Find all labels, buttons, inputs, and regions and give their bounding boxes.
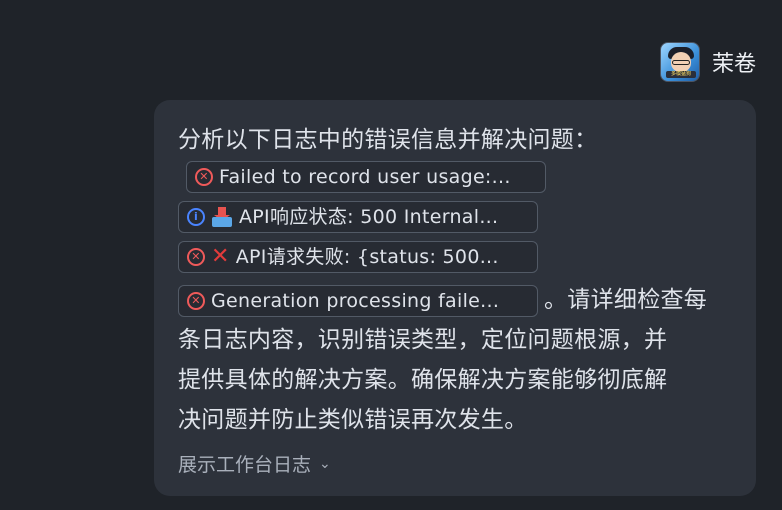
log-chip-text: Generation processing faile...: [211, 289, 500, 312]
log-chip-text: API请求失败: {status: 500...: [235, 245, 499, 268]
message-intro: 分析以下日志中的错误信息并解决问题：: [178, 127, 598, 153]
message-text-line4: 决问题并防止类似错误再次发生。: [178, 407, 528, 433]
red-cross-icon: ✕: [211, 243, 230, 269]
footer-label: 展示工作台日志: [178, 454, 312, 476]
log-chip-2[interactable]: i API响应状态: 500 Internal...: [178, 200, 538, 233]
inbox-tray-icon: [211, 206, 233, 227]
avatar-tag: 多模猛狗: [665, 71, 696, 78]
user-name: 茉卷: [711, 52, 756, 77]
log-chip-3[interactable]: ✕ ✕ API请求失败: {status: 500...: [178, 240, 538, 273]
message-text-line2: 条日志内容，识别错误类型，定位问题根源，并: [178, 327, 668, 353]
error-icon: ✕: [195, 167, 213, 186]
user-header: 多模猛狗 茉卷: [659, 42, 756, 82]
chevron-down-icon: ⌄: [319, 455, 331, 472]
log-chip-4[interactable]: ✕ Generation processing faile...: [178, 284, 538, 317]
log-chip-text: API响应状态: 500 Internal...: [239, 205, 499, 228]
message-text-line1: 。请详细检查每: [544, 287, 708, 313]
error-icon: ✕: [187, 291, 205, 310]
message-bubble: 分析以下日志中的错误信息并解决问题： ✕ Failed to record us…: [154, 100, 756, 496]
log-chip-text: Failed to record user usage:...: [219, 165, 511, 188]
avatar[interactable]: 多模猛狗: [659, 42, 700, 82]
info-icon: i: [187, 207, 205, 226]
error-icon: ✕: [187, 247, 205, 266]
log-chip-1[interactable]: ✕ Failed to record user usage:...: [186, 160, 546, 193]
message-text: 分析以下日志中的错误信息并解决问题： ✕ Failed to record us…: [178, 120, 732, 440]
message-text-line3: 提供具体的解决方案。确保解决方案能够彻底解: [178, 367, 668, 393]
show-workbench-log-toggle[interactable]: 展示工作台日志 ⌄: [178, 450, 732, 477]
